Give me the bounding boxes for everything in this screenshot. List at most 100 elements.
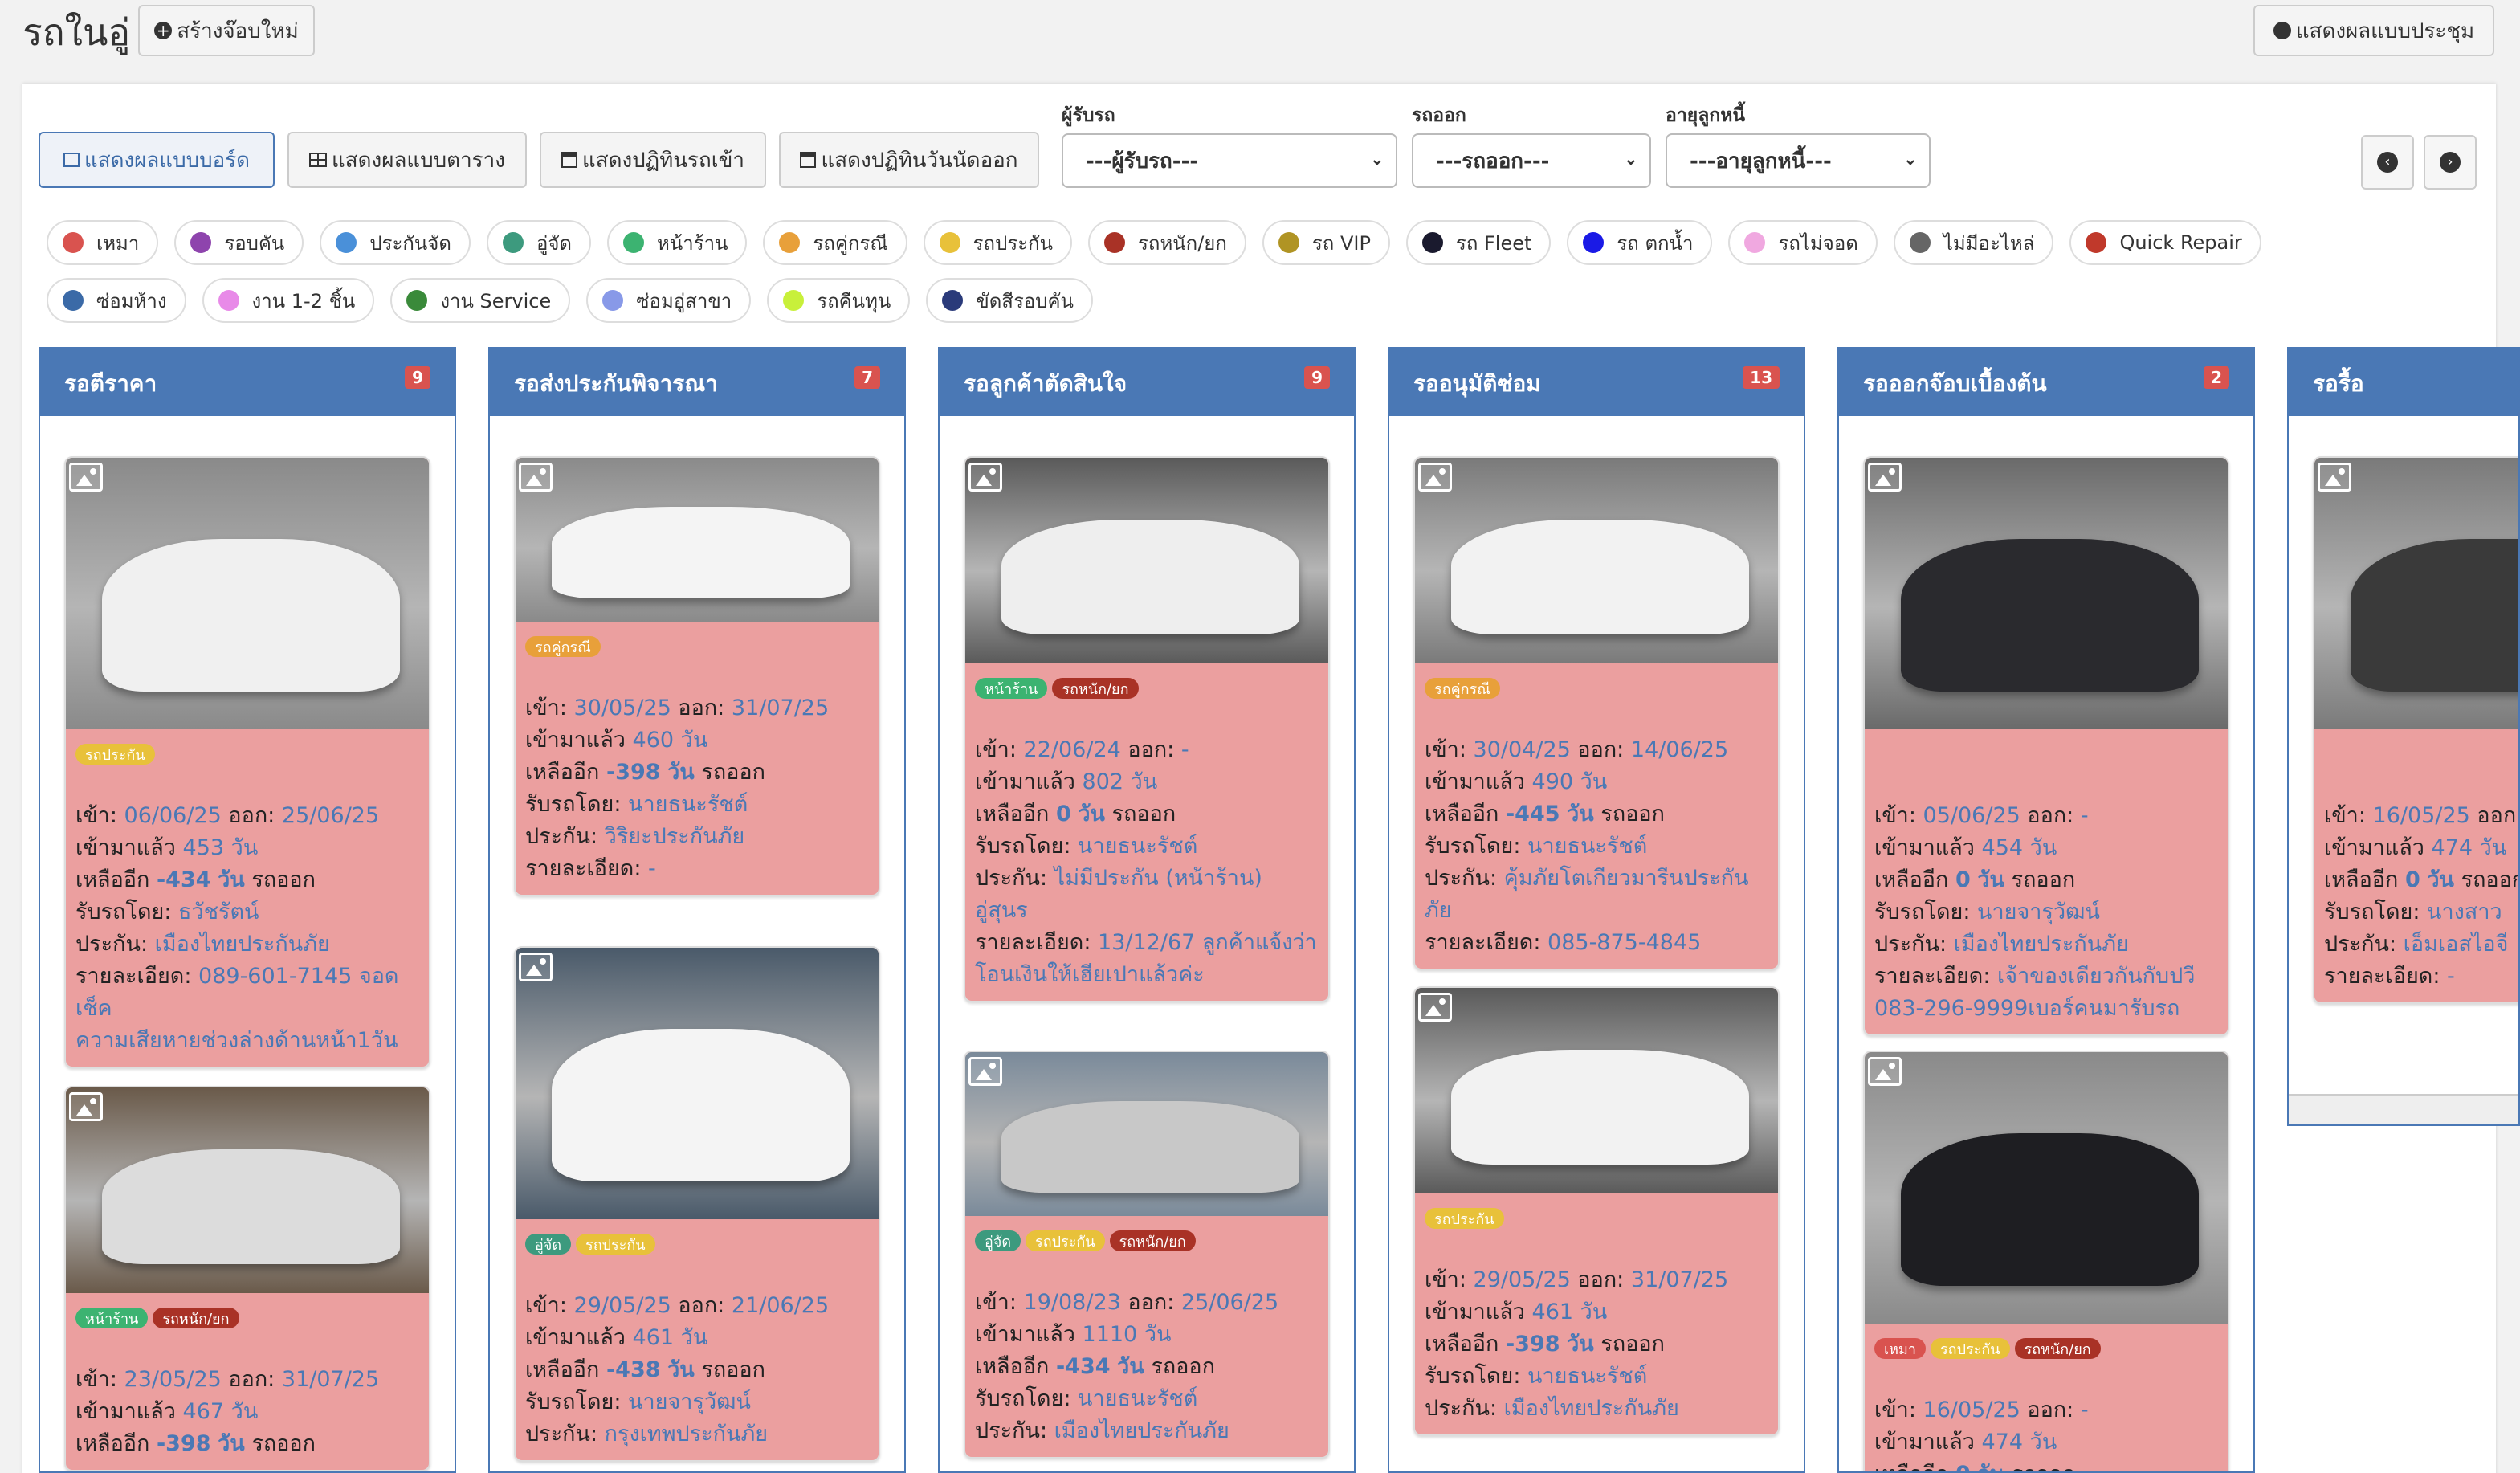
receiver-line: รับรถโดย: นายธนะรัชต์ bbox=[975, 830, 1319, 863]
count-badge: 7 bbox=[854, 366, 880, 389]
legend-chip[interactable]: ขัดสีรอบคัน bbox=[926, 278, 1093, 323]
receiver-select[interactable]: ---ผู้รับรถ--- ⌄ bbox=[1062, 133, 1397, 188]
image-icon[interactable] bbox=[968, 463, 1002, 492]
color-dot-icon bbox=[942, 290, 964, 311]
car-photo[interactable] bbox=[516, 948, 879, 1219]
car-photo[interactable] bbox=[965, 458, 1328, 663]
info-part: - bbox=[2447, 964, 2455, 989]
job-card[interactable]: เข้า: 05/06/25 ออก: - เข้ามาแล้ว 454 วัน… bbox=[1863, 456, 2229, 1036]
calendar-in-button[interactable]: แสดงปฏิทินรถเข้า bbox=[540, 132, 766, 188]
image-icon[interactable] bbox=[519, 953, 553, 981]
status-tag: รถหนัก/ยก bbox=[2014, 1338, 2101, 1359]
legend-label: รอบคัน bbox=[224, 231, 285, 255]
legend-chip[interactable]: รถคืนทุน bbox=[767, 278, 911, 323]
calendar-out-button[interactable]: แสดงปฏิทินวันนัดออก bbox=[779, 132, 1039, 188]
legend-chip[interactable]: ซ่อมห้าง bbox=[47, 278, 186, 323]
next-button[interactable]: › bbox=[2424, 135, 2477, 190]
legend-chip[interactable]: รถไม่จอด bbox=[1728, 220, 1878, 265]
board-view-label: แสดงผลแบบบอร์ด bbox=[84, 148, 251, 173]
legend-chip[interactable]: ซ่อมอู่สาขา bbox=[586, 278, 752, 323]
job-card[interactable]: อู่จัด รถประกัน เข้า: 29/05/25 ออก: 21/06/… bbox=[514, 946, 880, 1462]
horizontal-scrollbar[interactable] bbox=[2289, 1094, 2518, 1124]
info-part: 467 bbox=[182, 1399, 225, 1424]
debt-select[interactable]: ---อายุลูกหนี้--- ⌄ bbox=[1666, 133, 1931, 188]
column-title: รอลูกค้าตัดสินใจ bbox=[964, 370, 1127, 397]
image-icon[interactable] bbox=[2318, 463, 2351, 492]
job-card[interactable]: อู่จัด รถประกัน รถหนัก/ยก เข้า: 19/08/23 ออ… bbox=[964, 1051, 1330, 1459]
date-line: เข้า: 16/05/25 ออก: - bbox=[1874, 1394, 2218, 1426]
info-part: 25/06/25 bbox=[1180, 1290, 1279, 1315]
job-card[interactable]: เข้า: 16/05/25 ออก: - เข้ามาแล้ว 474 วัน… bbox=[2313, 456, 2518, 1004]
legend-label: เหมา bbox=[96, 231, 140, 255]
image-icon[interactable] bbox=[968, 1057, 1002, 1086]
image-icon[interactable] bbox=[69, 1092, 103, 1121]
car-photo[interactable] bbox=[965, 1052, 1328, 1216]
legend-chip[interactable]: ไม่มีอะไหล่ bbox=[1893, 220, 2054, 265]
column-header: รออนุมัติซ่อม 13 bbox=[1389, 349, 1804, 416]
column-header: รอตีราคา 9 bbox=[40, 349, 455, 416]
car-shape bbox=[1001, 1101, 1299, 1193]
job-card[interactable]: เหมา รถประกัน รถหนัก/ยกเข้า: 16/05/25 ออก:… bbox=[1863, 1051, 2229, 1471]
info-part: เข้า: bbox=[1874, 1398, 1916, 1422]
detail-line-2: 083-296-9999เบอร์คนมารับรถ bbox=[1874, 993, 2218, 1025]
legend-chip[interactable]: Quick Repair bbox=[2069, 220, 2261, 265]
table-view-button[interactable]: แสดงผลแบบตาราง bbox=[287, 132, 527, 188]
legend-label: รถคืนทุน bbox=[817, 289, 891, 312]
tag-list: รถประกัน bbox=[1415, 1208, 1778, 1229]
legend-chip[interactable]: รถ Fleet bbox=[1405, 220, 1552, 265]
car-photo[interactable] bbox=[66, 1087, 429, 1293]
image-icon[interactable] bbox=[1418, 993, 1452, 1022]
job-card[interactable]: หน้าร้าน รถหนัก/ยก เข้า: 22/06/24 ออก: - เ… bbox=[964, 456, 1330, 1002]
card-info: เข้า: 05/06/25 ออก: - เข้ามาแล้ว 454 วัน… bbox=[1865, 800, 2228, 1034]
column-header: รอลูกค้าตัดสินใจ 9 bbox=[940, 349, 1354, 416]
new-job-button[interactable]: + สร้างจ๊อบใหม่ bbox=[138, 5, 315, 56]
info-part: รับรถโดย: bbox=[975, 834, 1071, 859]
car-photo[interactable] bbox=[66, 458, 429, 729]
info-part: ความเสียหายช่วงล่างด้านหน้า1วัน bbox=[75, 1028, 398, 1053]
car-shape bbox=[2351, 539, 2518, 692]
legend-chip[interactable]: รถประกัน bbox=[923, 220, 1073, 265]
image-icon[interactable] bbox=[1418, 463, 1452, 492]
legend-chip[interactable]: รอบคัน bbox=[174, 220, 304, 265]
legend-chip[interactable]: รถหนัก/ยก bbox=[1088, 220, 1246, 265]
car-photo[interactable] bbox=[1865, 458, 2228, 729]
image-icon[interactable] bbox=[519, 463, 553, 492]
info-part: ประกัน: bbox=[525, 824, 598, 849]
tag-list: เหมา รถประกัน รถหนัก/ยก bbox=[1865, 1338, 2228, 1359]
job-card[interactable]: หน้าร้าน รถหนัก/ยก เข้า: 23/05/25 ออก: 31/… bbox=[64, 1086, 430, 1471]
legend-chip[interactable]: รถ VIP bbox=[1262, 220, 1390, 265]
legend-chip[interactable]: อู่จัด bbox=[486, 220, 591, 265]
image-icon[interactable] bbox=[1868, 463, 1902, 492]
legend-chip[interactable]: ประกันจัด bbox=[320, 220, 471, 265]
car-photo[interactable] bbox=[516, 458, 879, 622]
job-card[interactable]: รถคู่กรณี เข้า: 30/04/25 ออก: 14/06/25 เข… bbox=[1413, 456, 1780, 970]
info-part: รายละเอียด: bbox=[1874, 964, 1991, 989]
car-photo[interactable] bbox=[1415, 458, 1778, 663]
info-part: เจ้าของเดียวกันกับปวี bbox=[1997, 964, 2196, 989]
image-icon[interactable] bbox=[69, 463, 103, 492]
job-card[interactable]: รถประกัน เข้า: 06/06/25 ออก: 25/06/25 เข้… bbox=[64, 456, 430, 1068]
info-part: -434 bbox=[1055, 1354, 1111, 1379]
car-photo[interactable] bbox=[2314, 458, 2518, 729]
job-card[interactable]: รถคู่กรณี เข้า: 30/05/25 ออก: 31/07/25 เข… bbox=[514, 456, 880, 896]
job-card[interactable]: รถประกัน เข้า: 29/05/25 ออก: 31/07/25 เข้… bbox=[1413, 986, 1780, 1436]
out-select[interactable]: ---รถออก--- ⌄ bbox=[1412, 133, 1651, 188]
car-photo[interactable] bbox=[1865, 1052, 2228, 1324]
car-photo[interactable] bbox=[1415, 988, 1778, 1193]
insurance-line: ประกัน: กรุงเทพประกันภัย bbox=[525, 1418, 869, 1451]
prev-button[interactable]: ‹ bbox=[2361, 135, 2414, 190]
board-view-button[interactable]: แสดงผลแบบบอร์ด bbox=[39, 132, 275, 188]
meeting-view-button[interactable]: แสดงผลแบบประชุม bbox=[2253, 5, 2494, 56]
image-icon[interactable] bbox=[1868, 1057, 1902, 1086]
info-part: เข้ามาแล้ว bbox=[525, 1325, 626, 1350]
legend-chip[interactable]: งาน Service bbox=[390, 278, 571, 323]
color-dot-icon bbox=[502, 232, 524, 253]
status-tag: เหมา bbox=[1874, 1338, 1926, 1359]
legend-chip[interactable]: หน้าร้าน bbox=[607, 220, 748, 265]
status-tag: รถหนัก/ยก bbox=[153, 1308, 239, 1328]
legend-chip[interactable]: เหมา bbox=[47, 220, 159, 265]
legend-chip[interactable]: รถคู่กรณี bbox=[763, 220, 907, 265]
info-part: เข้ามาแล้ว bbox=[525, 728, 626, 753]
legend-chip[interactable]: งาน 1-2 ชิ้น bbox=[202, 278, 375, 323]
legend-chip[interactable]: รถ ตกน้ำ bbox=[1567, 220, 1713, 265]
